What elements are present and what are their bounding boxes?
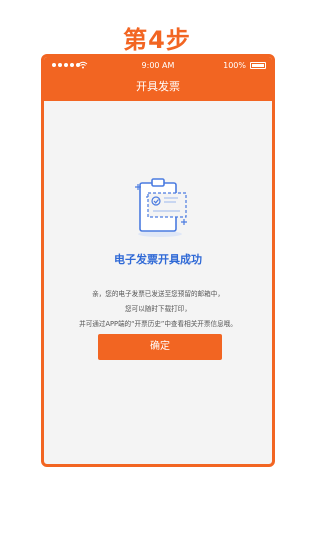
confirm-button[interactable]: 确定 xyxy=(98,334,222,360)
status-bar: 9:00 AM 100% xyxy=(44,57,272,75)
success-message: 亲，您的电子发票已发送至您预留的邮箱中， 您可以随时下载打印， 并可通过APP端… xyxy=(44,287,272,332)
content-area: 电子发票开具成功 亲，您的电子发票已发送至您预留的邮箱中， 您可以随时下载打印，… xyxy=(44,101,272,464)
nav-title: 开具发票 xyxy=(136,80,180,93)
message-line: 并可通过APP端的“开票历史”中查看相关开票信息哦。 xyxy=(79,320,237,328)
battery-icon xyxy=(250,62,266,69)
phone-frame: 9:00 AM 100% 开具发票 电子发票开具成功 亲，您的电子发票已发送至您… xyxy=(41,54,275,467)
invoice-success-icon xyxy=(135,178,187,237)
page: 第4步 9:00 AM 100% 开具发票 电子发票开具成功 亲，您的电子发票已… xyxy=(0,0,314,548)
message-line: 亲，您的电子发票已发送至您预留的邮箱中， xyxy=(92,290,224,298)
success-title: 电子发票开具成功 xyxy=(114,253,202,266)
battery-percent: 100% xyxy=(223,61,246,70)
nav-bar: 开具发票 xyxy=(44,75,272,101)
message-line: 您可以随时下载打印， xyxy=(125,305,191,313)
step-heading: 第4步 xyxy=(123,26,191,54)
